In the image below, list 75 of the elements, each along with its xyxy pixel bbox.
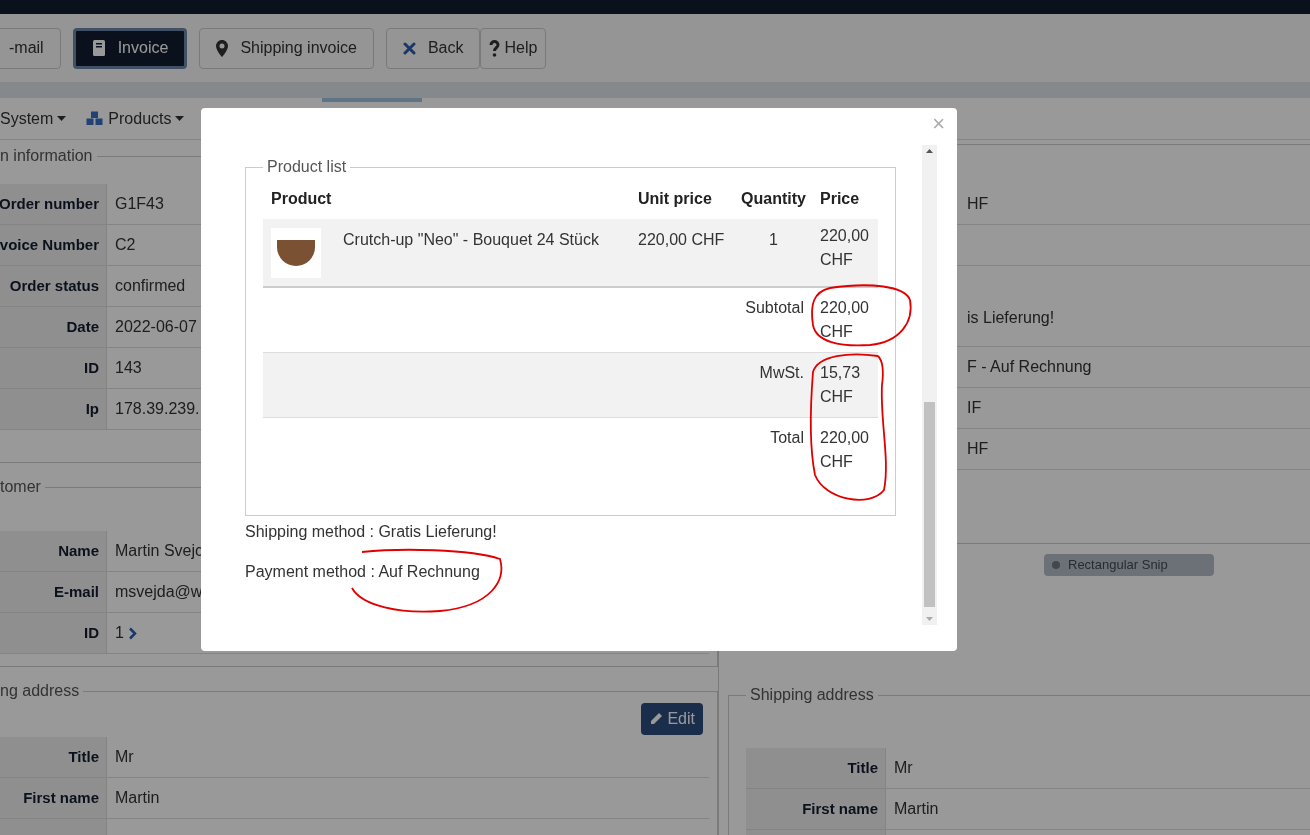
table-cell-text: 220,00 CHF — [637, 230, 726, 250]
row-label: ID — [84, 357, 99, 378]
row-value: IF — [967, 398, 983, 418]
section-legend: ng address — [0, 679, 84, 703]
scroll-down-icon[interactable] — [926, 617, 933, 621]
pencil-icon — [649, 712, 664, 726]
total-value: 15,73 CHF — [820, 363, 862, 407]
row-value: HF — [967, 194, 990, 214]
toolbar-button[interactable]: Back — [385, 27, 481, 69]
row-label: Title — [847, 757, 878, 778]
total-value: 220,00 CHF — [820, 428, 870, 472]
total-value: 220,00 CHF — [820, 298, 870, 342]
row-label: Ip — [85, 398, 99, 419]
toolbar-button[interactable]: -mail — [0, 27, 61, 69]
row-label: Title — [68, 746, 99, 767]
row-value: is Lieferung! — [967, 308, 1056, 328]
table-cell-text: 220,00 CHF — [819, 226, 870, 270]
row-value: Mr — [894, 758, 913, 778]
row-value: confirmed — [115, 276, 186, 296]
cubes-icon — [86, 111, 105, 126]
row-value: HF — [967, 439, 990, 459]
shipping-method-text: Shipping method : Gratis Lieferung! — [245, 522, 498, 542]
column-header: Unit price — [637, 189, 713, 209]
row-value: Martin Svejc — [115, 541, 204, 561]
column-header: Quantity — [740, 189, 807, 209]
row-label: First name — [802, 798, 878, 819]
row-value: 1 — [115, 623, 124, 643]
map-pin-icon — [216, 39, 229, 57]
row-value: Martin — [115, 788, 160, 808]
row-value: Martin — [894, 799, 939, 819]
scrollbar-thumb[interactable] — [924, 402, 935, 607]
row-value: G1F43 — [115, 194, 164, 214]
total-label: Subtotal — [745, 298, 804, 318]
edit-button[interactable]: Edit — [641, 703, 703, 735]
question-mark-icon — [489, 39, 501, 57]
toolbar-button[interactable]: Help — [480, 27, 547, 69]
row-label: Name — [58, 540, 99, 561]
nav-menu[interactable]: Products — [86, 106, 185, 131]
section-legend: n information — [0, 144, 97, 168]
row-value: Mr — [115, 747, 134, 767]
row-label: voice Number — [0, 234, 99, 255]
row-label: Date — [66, 316, 99, 337]
row-value: 143 — [115, 358, 142, 378]
row-label: E-mail — [54, 581, 99, 602]
tooltip-text: Rectangular Snip — [1068, 556, 1168, 575]
column-header: Price — [819, 189, 861, 209]
row-value: F - Auf Rechnung — [967, 357, 1093, 377]
product-photo-placeholder — [271, 228, 321, 278]
row-value: 2022-06-07 — [115, 317, 197, 337]
section-legend: Shipping address — [746, 683, 878, 707]
scroll-up-icon[interactable] — [926, 149, 933, 153]
toolbar-button[interactable]: Invoice — [72, 27, 188, 69]
table-cell-text: Crutch-up "Neo" - Bouquet 24 Stück — [342, 230, 600, 250]
section-legend: Product list — [263, 155, 351, 179]
caret-icon — [175, 116, 185, 121]
row-value: C2 — [115, 235, 136, 255]
close-icon — [402, 41, 416, 55]
table-cell-text: 1 — [768, 230, 779, 250]
nav-menu[interactable]: System — [0, 106, 67, 131]
row-label: First name — [23, 787, 99, 808]
caret-icon — [57, 116, 67, 121]
row-label: Order number — [0, 193, 99, 214]
row-value: 178.39.239. — [115, 399, 200, 419]
payment-method-text: Payment method : Auf Rechnung — [245, 562, 481, 582]
row-label: Order status — [9, 275, 99, 296]
book-icon — [91, 40, 106, 56]
row-label: ID — [84, 622, 99, 643]
column-header: Product — [270, 189, 333, 209]
section-legend: tomer — [0, 475, 45, 499]
row-value: msvejda@w — [115, 582, 203, 602]
total-label: MwSt. — [759, 363, 804, 383]
total-label: Total — [770, 428, 804, 448]
scrollbar[interactable] — [922, 145, 937, 625]
toolbar-button[interactable]: Shipping invoice — [199, 27, 374, 69]
chevron-right-icon[interactable] — [127, 626, 137, 640]
